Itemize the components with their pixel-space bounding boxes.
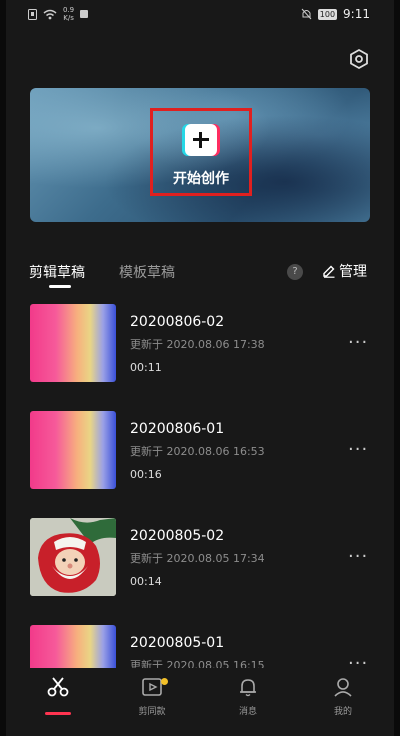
draft-updated: 更新于 2020.08.05 17:34 [130,552,265,565]
draft-title: 20200805-01 [130,635,225,651]
draft-thumbnail [30,518,116,596]
new-badge-dot [161,678,168,685]
draft-thumbnail [30,304,116,382]
user-profile-icon [334,678,352,697]
draft-item[interactable]: 20200805-02 更新于 2020.08.05 17:34 00:14 ·… [6,518,394,598]
draft-updated: 更新于 2020.08.06 17:38 [130,338,265,351]
nav-edit[interactable] [23,676,93,715]
network-speed: 0.9 K/s [63,6,75,22]
tab-template-drafts[interactable]: 模板草稿 [119,262,175,282]
edit-pencil-icon [323,265,335,278]
draft-duration: 00:16 [130,468,162,481]
more-options-icon[interactable]: ··· [348,546,368,567]
status-right: 100 9:11 [301,7,370,21]
scissors-icon [47,677,69,697]
help-icon[interactable]: ? [287,264,303,280]
manage-label: 管理 [339,264,367,280]
nav-me-label: 我的 [333,707,352,717]
draft-title: 20200805-02 [130,528,225,544]
draft-duration: 00:14 [130,575,162,588]
mute-bell-icon [301,8,312,20]
bell-icon [240,679,256,697]
draft-duration: 00:11 [130,361,162,374]
plus-icon [185,124,217,156]
nav-active-indicator [45,712,71,715]
settings-hexagon-icon[interactable] [348,48,370,70]
status-left: 0.9 K/s [28,6,89,22]
draft-updated: 更新于 2020.08.06 16:53 [130,445,265,458]
draft-thumbnail [30,411,116,489]
tab-edit-drafts[interactable]: 剪辑草稿 [29,262,85,282]
status-bar: 0.9 K/s 100 9:11 [6,0,394,30]
draft-title: 20200806-02 [130,314,225,330]
wifi-icon [43,9,57,19]
draft-item[interactable]: 20200806-01 更新于 2020.08.06 16:53 00:16 ·… [6,411,394,491]
nav-template[interactable]: 剪同款 [117,676,187,717]
notification-icon [80,10,89,18]
manage-button[interactable]: 管理 [322,261,367,281]
start-create-label: 开始创作 [173,171,229,187]
app-screen: 0.9 K/s 100 9:11 开始创作 剪辑草稿 模板草稿 ? 管理 2020… [6,0,394,736]
nav-me[interactable]: 我的 [308,676,378,717]
sim-icon [28,8,37,20]
santa-photo-icon [30,518,116,596]
nav-messages[interactable]: 消息 [213,676,283,717]
bottom-nav: 剪同款 消息 我的 [6,668,394,736]
more-options-icon[interactable]: ··· [348,439,368,460]
battery-indicator: 100 [317,8,338,20]
nav-messages-label: 消息 [238,707,257,717]
draft-title: 20200806-01 [130,421,225,437]
start-create-button[interactable]: 开始创作 [150,108,252,196]
clock: 9:11 [343,7,370,21]
draft-item[interactable]: 20200806-02 更新于 2020.08.06 17:38 00:11 ·… [6,304,394,384]
nav-template-label: 剪同款 [138,707,166,717]
tab-underline [49,285,71,288]
more-options-icon[interactable]: ··· [348,332,368,353]
template-video-icon [142,678,162,696]
